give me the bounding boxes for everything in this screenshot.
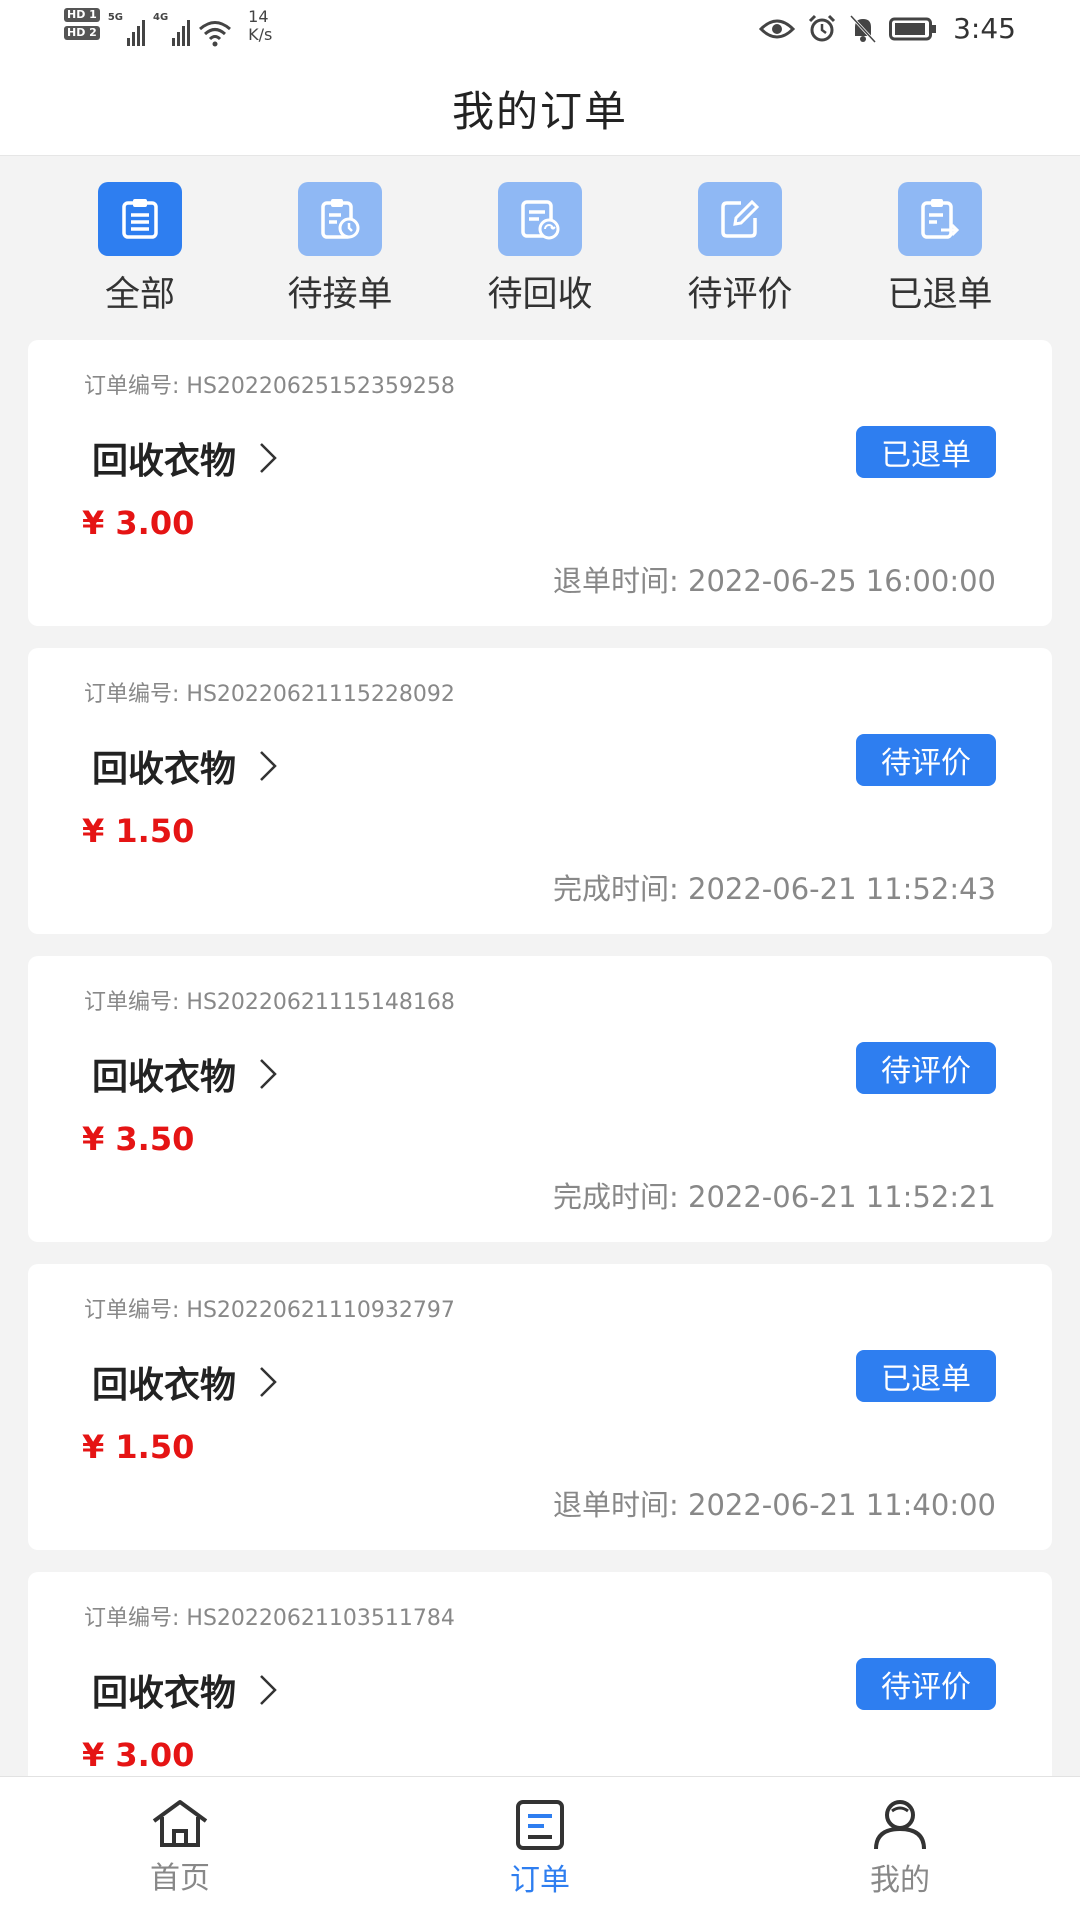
- status-badge: 待评价: [856, 1042, 996, 1094]
- order-icon: [516, 1800, 564, 1850]
- clipboard-clock-icon: [321, 199, 360, 239]
- status-right: 3:45: [759, 12, 1016, 45]
- item-name-link[interactable]: 回收衣物: [92, 1664, 278, 1716]
- order-list: 订单编号: HS20220625152359258 回收衣物 已退单 ¥ 3.0…: [28, 340, 1052, 1880]
- order-card[interactable]: 订单编号: HS20220621115148168 回收衣物 待评价 ¥ 3.5…: [28, 956, 1052, 1242]
- order-card[interactable]: 订单编号: HS20220621110932797 回收衣物 已退单 ¥ 1.5…: [28, 1264, 1052, 1550]
- signal-sim1-icon: 5G: [108, 12, 145, 46]
- status-badge: 待评价: [856, 1658, 996, 1710]
- tab-all[interactable]: 全部: [60, 156, 220, 326]
- order-time: 完成时间: 2022-06-21 11:52:43: [553, 872, 996, 906]
- battery-icon: [889, 17, 937, 40]
- chevron-right-icon: [260, 443, 277, 473]
- tab-label: 已退单: [887, 275, 993, 315]
- tab-label: 待评价: [687, 275, 793, 315]
- order-card[interactable]: 订单编号: HS20220625152359258 回收衣物 已退单 ¥ 3.0…: [28, 340, 1052, 626]
- order-number: 订单编号: HS20220621103511784: [84, 1606, 455, 1631]
- order-price: ¥ 1.50: [82, 1428, 195, 1466]
- list-icon: [122, 199, 158, 239]
- edit-icon: [721, 199, 760, 238]
- order-number: 订单编号: HS20220625152359258: [84, 374, 455, 399]
- bottom-nav: 首页 订单 我的: [0, 1776, 1080, 1920]
- chevron-right-icon: [260, 1675, 277, 1705]
- chevron-right-icon: [260, 1367, 277, 1397]
- chevron-right-icon: [260, 751, 277, 781]
- nav-home[interactable]: 首页: [0, 1777, 360, 1920]
- status-badge: 已退单: [856, 1350, 996, 1402]
- tab-cancelled[interactable]: 已退单: [860, 156, 1020, 326]
- network-speed: 14 K/s: [248, 7, 273, 44]
- order-price: ¥ 3.00: [82, 1736, 195, 1774]
- wifi-icon: [199, 21, 232, 47]
- signal-sim2-icon: 4G: [153, 12, 191, 46]
- nav-label: 订单: [510, 1863, 570, 1898]
- order-filter-tabs: 全部 待接单 待回收 待评价 已退单: [0, 156, 1080, 326]
- bell-off-icon: [850, 14, 877, 43]
- nav-profile[interactable]: 我的: [720, 1777, 1080, 1920]
- tab-pending-accept[interactable]: 待接单: [260, 156, 420, 326]
- status-badge: 待评价: [856, 734, 996, 786]
- page-title: 我的订单: [451, 87, 628, 136]
- doc-return-icon: [921, 199, 960, 239]
- eye-icon: [759, 19, 796, 38]
- hd2-badge: HD 2: [64, 26, 100, 40]
- tab-label: 待接单: [287, 275, 393, 315]
- item-name-link[interactable]: 回收衣物: [92, 1048, 278, 1100]
- order-number: 订单编号: HS20220621115148168: [84, 990, 455, 1015]
- tab-label: 全部: [104, 275, 175, 315]
- nav-label: 我的: [870, 1863, 930, 1898]
- order-time: 完成时间: 2022-06-21 11:52:21: [553, 1180, 996, 1214]
- status-badge: 已退单: [856, 426, 996, 478]
- order-time: 退单时间: 2022-06-25 16:00:00: [553, 564, 996, 598]
- item-name-link[interactable]: 回收衣物: [92, 432, 278, 484]
- tab-pending-recycle[interactable]: 待回收: [460, 156, 620, 326]
- order-price: ¥ 3.50: [82, 1120, 195, 1158]
- header: 我的订单: [0, 60, 1080, 156]
- alarm-icon: [809, 14, 836, 41]
- hd1-badge: HD 1: [64, 8, 100, 22]
- clock: 3:45: [953, 12, 1016, 45]
- user-icon: [874, 1800, 926, 1850]
- home-icon: [152, 1800, 208, 1847]
- order-card[interactable]: 订单编号: HS20220621115228092 回收衣物 待评价 ¥ 1.5…: [28, 648, 1052, 934]
- status-bar: HD 1 HD 2 5G 4G 14 K/s 3:45: [0, 0, 1080, 60]
- item-name-link[interactable]: 回收衣物: [92, 740, 278, 792]
- order-time: 退单时间: 2022-06-21 11:40:00: [553, 1488, 996, 1522]
- nav-orders[interactable]: 订单: [360, 1777, 720, 1920]
- order-number: 订单编号: HS20220621115228092: [84, 682, 455, 707]
- order-price: ¥ 3.00: [82, 504, 195, 542]
- tab-label: 待回收: [487, 275, 593, 315]
- chevron-right-icon: [260, 1059, 277, 1089]
- status-left: HD 1 HD 2 5G 4G 14 K/s: [64, 8, 272, 48]
- order-number: 订单编号: HS20220621110932797: [84, 1298, 455, 1323]
- item-name-link[interactable]: 回收衣物: [92, 1356, 278, 1408]
- tab-pending-review[interactable]: 待评价: [660, 156, 820, 326]
- recycle-doc-icon: [521, 200, 560, 240]
- order-price: ¥ 1.50: [82, 812, 195, 850]
- nav-label: 首页: [150, 1861, 210, 1896]
